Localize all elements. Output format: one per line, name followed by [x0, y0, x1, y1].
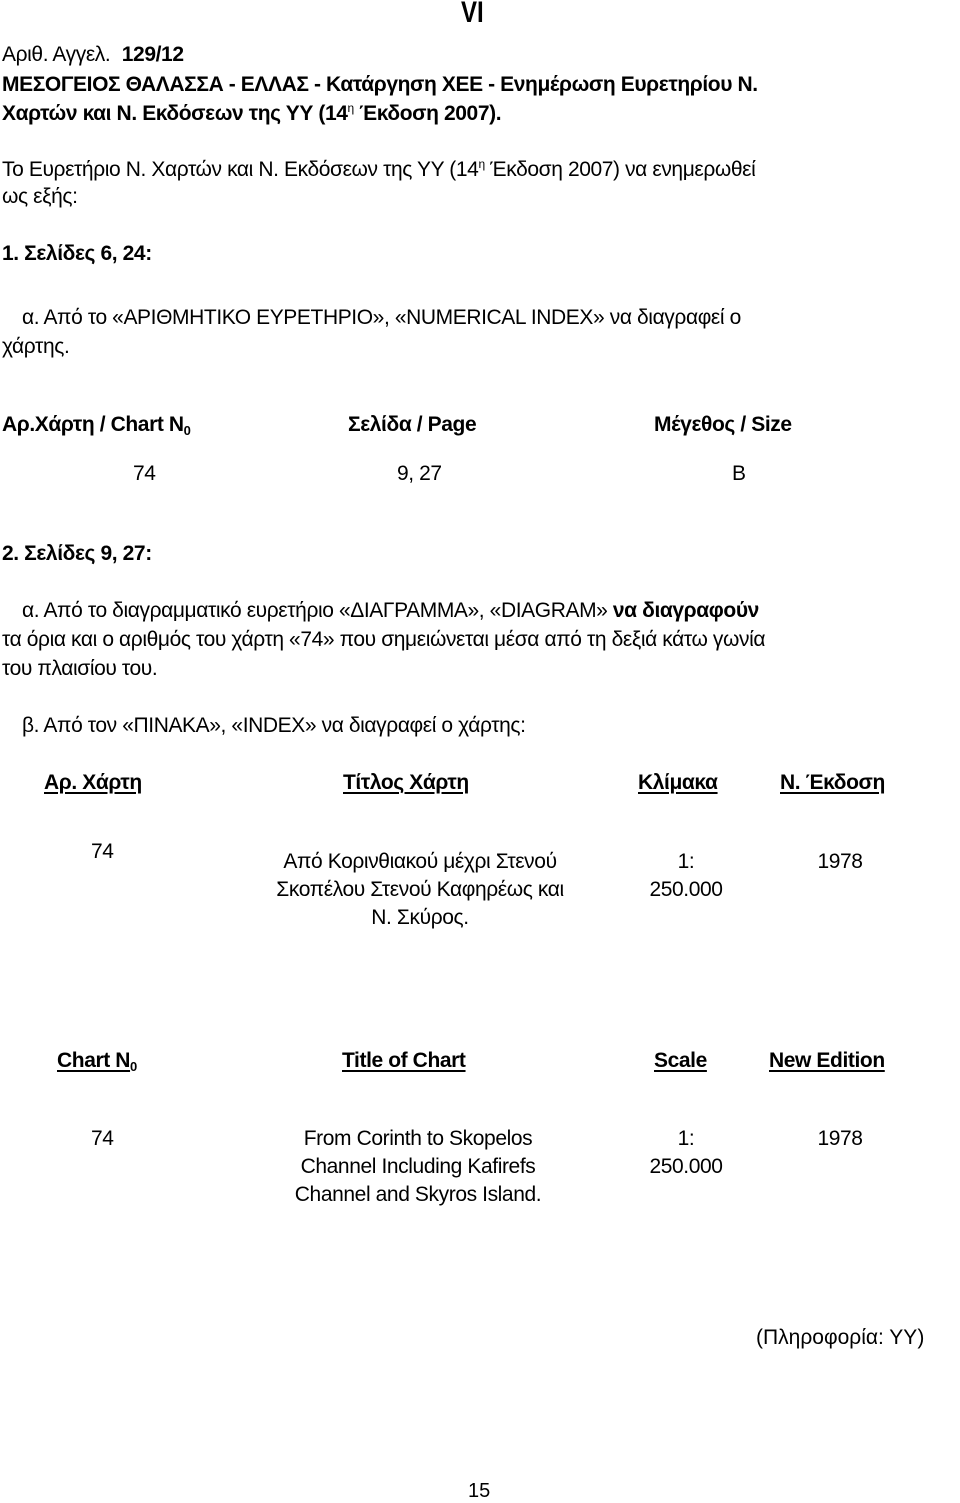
section-2-item-a-emphasis: να διαγραφούν: [612, 599, 759, 622]
english-title-line: Channel and Skyros Island.: [294, 1183, 542, 1206]
notice-title-line-2: Χαρτών και Ν. Εκδόσεων της ΥΥ (14η Έκδοσ…: [2, 101, 502, 126]
english-table-header-chart-no: Chart N0: [57, 1049, 137, 1074]
greek-table-header-title: Τίτλος Χάρτη: [343, 771, 469, 794]
greek-table-cell-chart-no: 74: [91, 840, 114, 863]
intro-text-a: Το Ευρετήριο Ν. Χαρτών και Ν. Εκδόσεων τ…: [2, 158, 479, 181]
greek-scale-line: 250.000: [649, 878, 723, 901]
table1-header-page: Σελίδα / Page: [348, 413, 477, 436]
notice-title-text-b: Έκδοση 2007).: [353, 102, 502, 125]
section-2-item-a-text: α. Από το διαγραμματικό ευρετήριο «ΔΙΑΓΡ…: [22, 599, 613, 622]
section-2-item-a-line-3: του πλαισίου του.: [2, 657, 158, 680]
table1-header-chart-no-text: Αρ.Χάρτη / Chart N: [2, 413, 184, 436]
greek-table-header-edition: Ν. Έκδοση: [780, 771, 885, 794]
english-scale-line: 250.000: [649, 1155, 723, 1178]
table1-cell-chart-no: 74: [133, 462, 156, 485]
section-2-heading: 2. Σελίδες 9, 27:: [2, 542, 152, 565]
english-table-header-title: Title of Chart: [342, 1049, 466, 1072]
greek-title-line: Ν. Σκύρος.: [371, 906, 469, 929]
page-number: 15: [468, 1480, 491, 1502]
english-table-header-subscript: 0: [130, 1059, 137, 1074]
notice-number-value: 129/12: [121, 43, 184, 66]
section-2-item-b: β. Από τον «ΠΙΝΑΚΑ», «INDEX» να διαγραφε…: [22, 714, 526, 737]
source-note: (Πληροφορία: ΥΥ): [756, 1326, 925, 1349]
section-2-item-a-line-1: α. Από το διαγραμματικό ευρετήριο «ΔΙΑΓΡ…: [22, 599, 759, 623]
english-title-line: Channel Including Kafirefs: [300, 1155, 536, 1178]
greek-title-line: Από Κορινθιακού μέχρι Στενού: [283, 850, 557, 873]
section-1-heading: 1. Σελίδες 6, 24:: [2, 242, 152, 265]
intro-line-1: Το Ευρετήριο Ν. Χαρτών και Ν. Εκδόσεων τ…: [2, 157, 756, 182]
section-2-item-a-line-2: τα όρια και ο αριθμός του χάρτη «74» που…: [2, 628, 766, 651]
section-1-item-a-line-1: α. Από το «ΑΡΙΘΜΗΤΙΚΟ ΕΥΡΕΤΗΡΙΟ», «NUMER…: [22, 306, 741, 329]
english-table-cell-chart-no: 74: [91, 1127, 114, 1150]
greek-table-cell-title: Από Κορινθιακού μέχρι Στενού Σκοπέλου Στ…: [220, 848, 620, 932]
table1-cell-page: 9, 27: [397, 462, 442, 485]
english-table-header-scale: Scale: [654, 1049, 707, 1072]
english-table-cell-scale: 1: 250.000: [636, 1125, 736, 1181]
english-scale-line: 1:: [677, 1127, 695, 1150]
section-number: VI: [461, 0, 484, 29]
section-1-item-a-line-2: χάρτης.: [2, 335, 70, 358]
intro-line-2: ως εξής:: [2, 185, 78, 208]
notice-title-line-1: ΜΕΣΟΓΕΙΟΣ ΘΑΛΑΣΣΑ - ΕΛΛΑΣ - Κατάργηση ΧΕ…: [2, 73, 758, 96]
greek-table-header-scale: Κλίμακα: [638, 771, 718, 794]
english-table-header-chart-no-text: Chart N: [57, 1049, 131, 1072]
english-table-cell-edition: 1978: [817, 1127, 863, 1150]
greek-scale-line: 1:: [677, 850, 695, 873]
english-table-header-edition: New Edition: [769, 1049, 885, 1072]
greek-title-line: Σκοπέλου Στενού Καφηρέως και: [276, 878, 564, 901]
english-title-line: From Corinth to Skopelos: [303, 1127, 533, 1150]
table1-header-size: Μέγεθος / Size: [654, 413, 792, 436]
notice-number-line: Αριθ. Αγγελ. 129/12: [2, 43, 184, 67]
notice-title-text-a: Χαρτών και Ν. Εκδόσεων της ΥΥ (14: [2, 102, 348, 125]
english-table-cell-title: From Corinth to Skopelos Channel Includi…: [218, 1125, 618, 1209]
greek-table-cell-scale: 1: 250.000: [636, 848, 736, 904]
table1-header-subscript: 0: [183, 423, 191, 438]
greek-table-header-chart-no: Αρ. Χάρτη: [44, 771, 142, 794]
notice-number-label: Αριθ. Αγγελ.: [2, 43, 111, 66]
table1-header-chart-no: Αρ.Χάρτη / Chart N0: [2, 413, 191, 438]
intro-text-b: Έκδοση 2007) να ενημερωθεί: [484, 158, 756, 181]
greek-table-cell-edition: 1978: [817, 850, 863, 873]
table1-cell-size: B: [732, 462, 746, 485]
